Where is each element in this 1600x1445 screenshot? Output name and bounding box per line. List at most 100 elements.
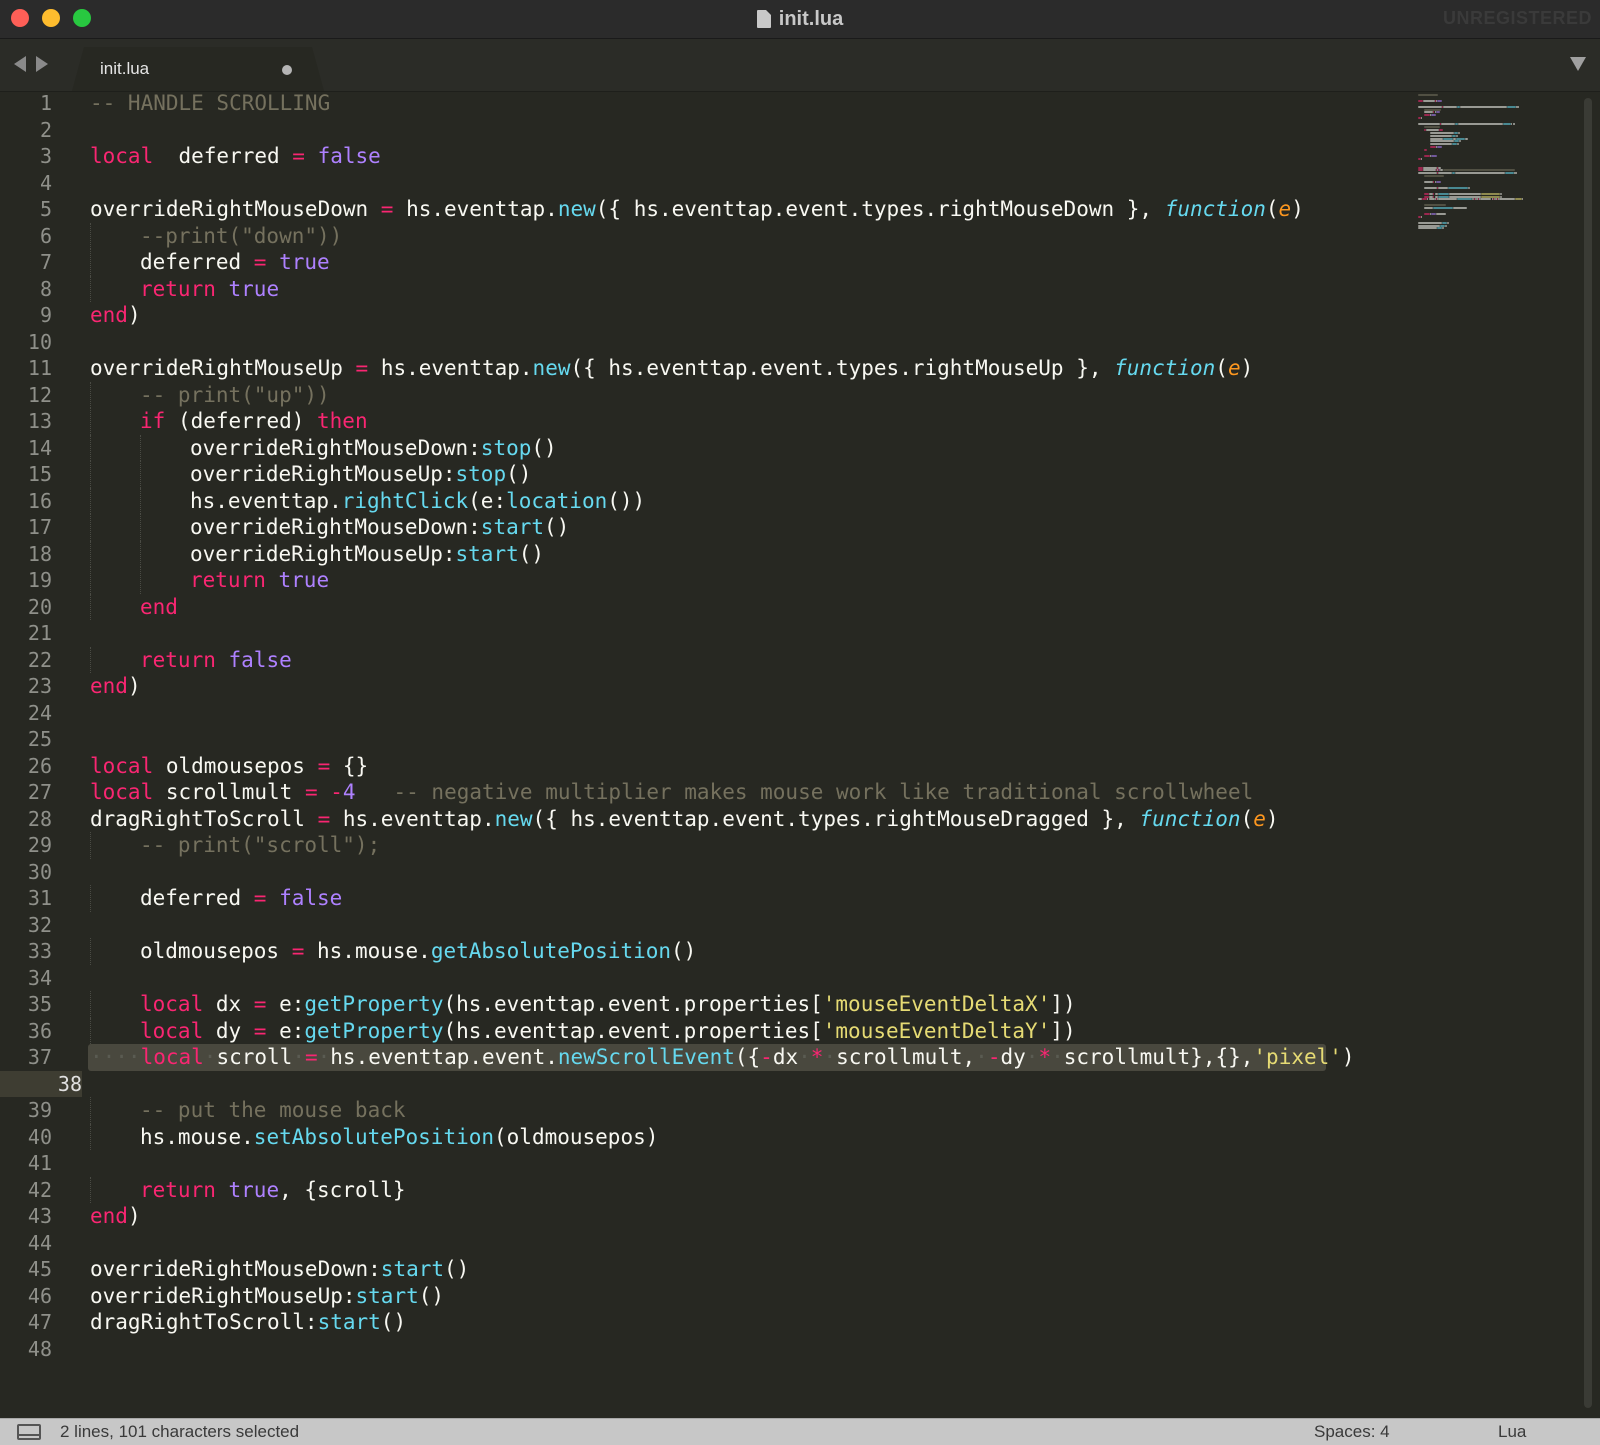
code-token: start: [455, 541, 519, 566]
minimap-mark: [1499, 192, 1502, 195]
code-line[interactable]: dragRightToScroll = hs.eventtap.new({ hs…: [90, 806, 1279, 833]
minimap-mark: [1435, 181, 1441, 183]
code-line[interactable]: local deferred = false: [90, 143, 381, 170]
code-line[interactable]: deferred = true: [140, 249, 330, 276]
code-line[interactable]: local dx = e:getProperty(hs.eventtap.eve…: [140, 991, 1076, 1018]
minimap-mark: [1456, 134, 1459, 137]
code-line[interactable]: deferred = false: [140, 885, 342, 912]
minimap-mark: [1418, 224, 1441, 227]
code-token: (): [380, 1310, 407, 1334]
tab-overflow-chevron-icon[interactable]: [1570, 57, 1586, 71]
code-token: overrideRightMouseDown:: [190, 435, 481, 460]
minimap-mark: [1505, 172, 1514, 175]
document-icon: [756, 10, 771, 28]
minimap-mark: [1437, 192, 1450, 195]
vertical-scrollbar[interactable]: [1584, 98, 1592, 1408]
code-token: (): [518, 541, 545, 566]
minimap[interactable]: [1418, 94, 1568, 244]
code-line[interactable]: hs.mouse.setAbsolutePosition(oldmousepos…: [140, 1124, 658, 1151]
code-token: ): [1240, 356, 1254, 380]
indent-guide: [90, 249, 91, 276]
indent-guide: [90, 1097, 91, 1124]
line-number: 5: [39, 197, 52, 221]
code-token: local: [140, 1018, 204, 1043]
code-line[interactable]: --print("down")): [140, 223, 342, 250]
minimap-mark: [1458, 131, 1461, 134]
code-line[interactable]: -- put the mouse back: [140, 1097, 406, 1124]
code-line[interactable]: dragRightToScroll:start(): [90, 1309, 406, 1336]
code-token: =: [253, 1018, 267, 1043]
indent-guide: [90, 938, 91, 965]
syntax-selector[interactable]: Lua: [1498, 1422, 1526, 1442]
code-line[interactable]: end): [90, 302, 141, 329]
code-line[interactable]: overrideRightMouseDown:start(): [90, 1256, 469, 1283]
tab-init-lua[interactable]: init.lua: [72, 47, 324, 91]
code-line[interactable]: end): [90, 1203, 141, 1230]
code-token: *: [1038, 1045, 1052, 1069]
indent-guide: [140, 434, 141, 461]
unsaved-dot-icon[interactable]: [282, 65, 292, 75]
code-token: ]): [1050, 992, 1076, 1016]
minimap-mark: [1430, 134, 1453, 137]
code-token: scrollmult: [153, 780, 305, 804]
code-token: (): [531, 435, 557, 460]
code-line[interactable]: local oldmousepos = {}: [90, 753, 368, 780]
line-number: 45: [27, 1257, 52, 1281]
code-token: hs.eventtap.event.: [330, 1045, 558, 1069]
code-token: start: [317, 1310, 381, 1334]
line-number: 47: [27, 1310, 52, 1334]
code-line[interactable]: local scrollmult = -4 -- negative multip…: [90, 779, 1253, 806]
minimap-mark: [1437, 195, 1450, 198]
tab-nav-right-icon[interactable]: [36, 56, 48, 72]
code-line[interactable]: overrideRightMouseDown:stop(): [190, 435, 557, 462]
code-line[interactable]: hs.eventtap.rightClick(e:location()): [190, 488, 645, 515]
code-line[interactable]: end): [90, 673, 141, 700]
code-token: stop: [455, 462, 507, 486]
indentation-setting[interactable]: Spaces: 4: [1314, 1422, 1390, 1442]
code-token: local: [140, 1045, 204, 1069]
code-line[interactable]: overrideRightMouseUp:start(): [190, 541, 544, 568]
panel-toggle-icon[interactable]: [17, 1424, 41, 1440]
tab-nav-left-icon[interactable]: [14, 56, 26, 72]
minimap-mark: [1503, 123, 1512, 125]
minimap-mark: [1437, 186, 1449, 189]
code-line[interactable]: end: [140, 594, 178, 621]
line-number: 12: [27, 382, 52, 407]
indent-guide: [90, 832, 91, 859]
code-line[interactable]: return true: [140, 276, 279, 303]
code-line[interactable]: -- print("scroll");: [140, 832, 380, 859]
code-token: (: [1265, 197, 1279, 221]
line-number: 16: [27, 488, 52, 513]
code-token: =: [304, 780, 318, 804]
code-token: =: [380, 197, 394, 221]
indent-guide: [90, 991, 91, 1018]
code-line[interactable]: overrideRightMouseUp:start(): [90, 1283, 444, 1310]
code-line[interactable]: overrideRightMouseDown:start(): [190, 514, 569, 541]
code-line[interactable]: if (deferred) then: [140, 408, 368, 435]
code-line[interactable]: -- HANDLE SCROLLING: [90, 90, 330, 117]
code-line[interactable]: return true, {scroll}: [140, 1177, 406, 1204]
code-token: hs.mouse.: [140, 1124, 254, 1149]
indent-guide: [90, 222, 91, 249]
minimap-mark: [1441, 123, 1455, 125]
code-line[interactable]: local dy = e:getProperty(hs.eventtap.eve…: [140, 1018, 1076, 1045]
code-line[interactable]: -- print("up")): [140, 382, 330, 409]
line-number: 2: [39, 117, 52, 142]
minimap-mark: [1430, 140, 1455, 143]
line-number: 23: [27, 674, 52, 698]
code-line[interactable]: overrideRightMouseUp:stop(): [190, 461, 531, 488]
code-line[interactable]: return true: [190, 567, 329, 594]
code-area[interactable]: -- HANDLE SCROLLING local deferred = fals…: [88, 90, 1380, 1418]
minimap-mark: [1421, 157, 1423, 160]
code-token: ·: [1051, 1045, 1064, 1069]
code-token: hs.eventtap.: [368, 356, 533, 380]
code-editor[interactable]: 1 2 3 4 5 6 7 8 9 10 11 12 13 14 15 16 17 18 19 20 21 22 23 24 2…: [0, 90, 1600, 1418]
code-token: ): [1341, 1045, 1355, 1069]
code-line[interactable]: return false: [140, 647, 292, 674]
code-line[interactable]: oldmousepos = hs.mouse.getAbsolutePositi…: [140, 938, 696, 965]
code-line[interactable]: ····local·scroll·=·hs.eventtap.event.new…: [90, 1044, 1355, 1071]
minimap-mark: [1521, 198, 1523, 201]
code-line[interactable]: overrideRightMouseDown = hs.eventtap.new…: [90, 196, 1304, 223]
code-token: if: [140, 409, 166, 433]
code-line[interactable]: overrideRightMouseUp = hs.eventtap.new({…: [90, 355, 1253, 382]
